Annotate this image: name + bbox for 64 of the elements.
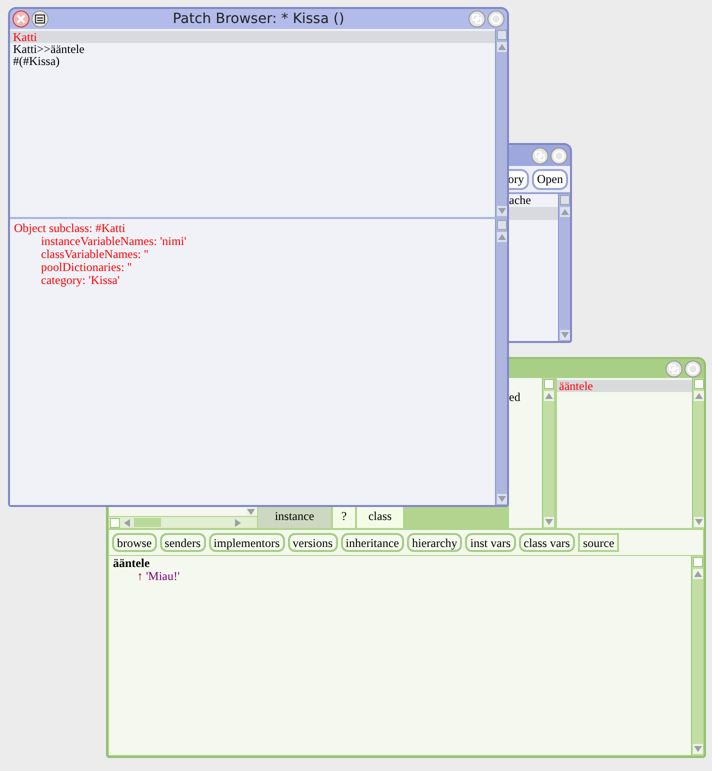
menu-icon[interactable] <box>31 10 49 28</box>
toolbar-button[interactable]: class vars <box>518 533 575 552</box>
left-arrow-icon[interactable] <box>122 518 132 528</box>
close-icon[interactable] <box>12 10 30 28</box>
menu-square-icon[interactable] <box>497 30 507 40</box>
code-pane[interactable]: ääntele ↑ 'Miau!' <box>109 556 703 755</box>
window-title: Patch Browser: * Kissa () <box>172 10 346 28</box>
toolbar-button[interactable]: versions <box>288 533 338 552</box>
scrollbar[interactable] <box>495 219 507 505</box>
down-arrow-icon[interactable] <box>497 494 507 504</box>
menu-square-icon[interactable] <box>544 379 554 389</box>
expand-icon[interactable] <box>684 360 702 378</box>
method-name: ääntele <box>113 557 150 570</box>
collapse-icon[interactable] <box>468 10 486 28</box>
list-item[interactable]: Katti>>ääntele <box>10 43 495 55</box>
scrollbar[interactable] <box>691 556 703 755</box>
up-arrow-icon[interactable] <box>694 391 704 401</box>
right-arrow-icon[interactable] <box>233 518 243 528</box>
toolbar-button[interactable]: implementors <box>208 533 285 552</box>
list-item[interactable]: #(#Kissa) <box>10 55 495 67</box>
title-bar[interactable] <box>509 359 704 378</box>
expand-icon[interactable] <box>487 10 505 28</box>
menu-square-icon[interactable] <box>560 195 570 205</box>
scrollbar[interactable] <box>692 378 704 528</box>
up-arrow-icon[interactable] <box>497 42 507 52</box>
list-item[interactable]: ed <box>509 391 542 404</box>
list-row[interactable]: ache <box>509 194 558 207</box>
down-arrow-icon[interactable] <box>497 206 507 216</box>
toolbar-button[interactable]: browse <box>112 533 157 552</box>
toolbar-button[interactable]: inheritance <box>340 533 404 552</box>
up-arrow-icon[interactable] <box>544 391 554 401</box>
down-arrow-icon[interactable] <box>560 330 570 340</box>
string-literal: 'Miau!' <box>146 570 180 583</box>
code-pane[interactable]: Object subclass: #Katti instanceVariableNames: 'nimi' classVariableNames: '' poolDictionaries: '' category: 'Kissa' <box>10 219 507 505</box>
toolbar-button[interactable]: ory <box>507 168 529 190</box>
down-arrow-icon[interactable] <box>544 517 554 527</box>
menu-square-icon[interactable] <box>497 220 507 230</box>
collapse-icon[interactable] <box>531 146 549 164</box>
menu-square-icon[interactable] <box>110 518 120 528</box>
down-arrow-icon[interactable] <box>246 507 256 516</box>
class-definition: Object subclass: #Katti instanceVariableNames: 'nimi' classVariableNames: '' poolDictionaries: '' category: 'Kissa' <box>14 222 188 287</box>
expand-icon[interactable] <box>550 146 568 164</box>
toolbar-button[interactable]: Open <box>532 168 568 190</box>
up-arrow-icon[interactable] <box>560 207 570 217</box>
return-arrow: ↑ <box>137 570 143 583</box>
title-bar[interactable] <box>509 145 570 166</box>
toolbar-button[interactable]: inst vars <box>465 533 516 552</box>
title-bar[interactable]: Patch Browser: * Kissa () <box>10 9 507 29</box>
scrollbar[interactable] <box>542 378 554 528</box>
toolbar-button[interactable]: senders <box>160 533 206 552</box>
toolbar-button[interactable]: source <box>578 533 620 552</box>
scrollbar[interactable] <box>109 516 257 528</box>
scrollbar[interactable] <box>495 29 507 217</box>
down-arrow-icon[interactable] <box>693 744 703 754</box>
up-arrow-icon[interactable] <box>693 569 703 579</box>
toolbar-button[interactable]: hierarchy <box>406 533 462 552</box>
scrollbar[interactable] <box>558 194 570 341</box>
list-item[interactable]: ache <box>509 194 531 207</box>
up-arrow-icon[interactable] <box>497 232 507 242</box>
menu-square-icon[interactable] <box>693 557 703 567</box>
collapse-icon[interactable] <box>665 360 683 378</box>
down-arrow-icon[interactable] <box>694 517 704 527</box>
menu-square-icon[interactable] <box>694 379 704 389</box>
scrollbar-thumb[interactable] <box>134 518 161 527</box>
